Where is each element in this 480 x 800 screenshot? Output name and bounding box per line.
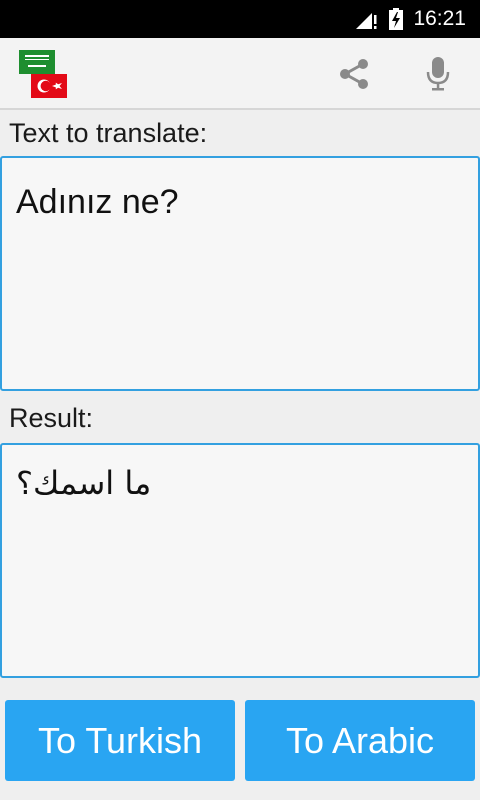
source-text: Adınız ne?: [16, 183, 179, 221]
share-icon[interactable]: [334, 54, 374, 94]
turkey-flag-icon: [31, 74, 67, 98]
battery-charging-icon: [389, 8, 403, 35]
source-text-input[interactable]: Adınız ne?: [0, 156, 480, 391]
result-text: ما اسمك؟: [16, 464, 152, 502]
language-flags[interactable]: [19, 50, 69, 100]
microphone-icon[interactable]: [418, 54, 458, 94]
result-text-box[interactable]: ما اسمك؟: [0, 443, 480, 678]
status-bar: 16:21: [0, 0, 480, 38]
action-bar: [0, 38, 480, 110]
to-arabic-button[interactable]: To Arabic: [245, 700, 475, 781]
source-label: Text to translate:: [9, 118, 208, 148]
result-label: Result:: [9, 403, 94, 433]
saudi-arabia-flag-icon: [19, 50, 55, 74]
to-turkish-button[interactable]: To Turkish: [5, 700, 235, 781]
status-time: 16:21: [413, 7, 466, 30]
signal-icon: [354, 10, 378, 35]
